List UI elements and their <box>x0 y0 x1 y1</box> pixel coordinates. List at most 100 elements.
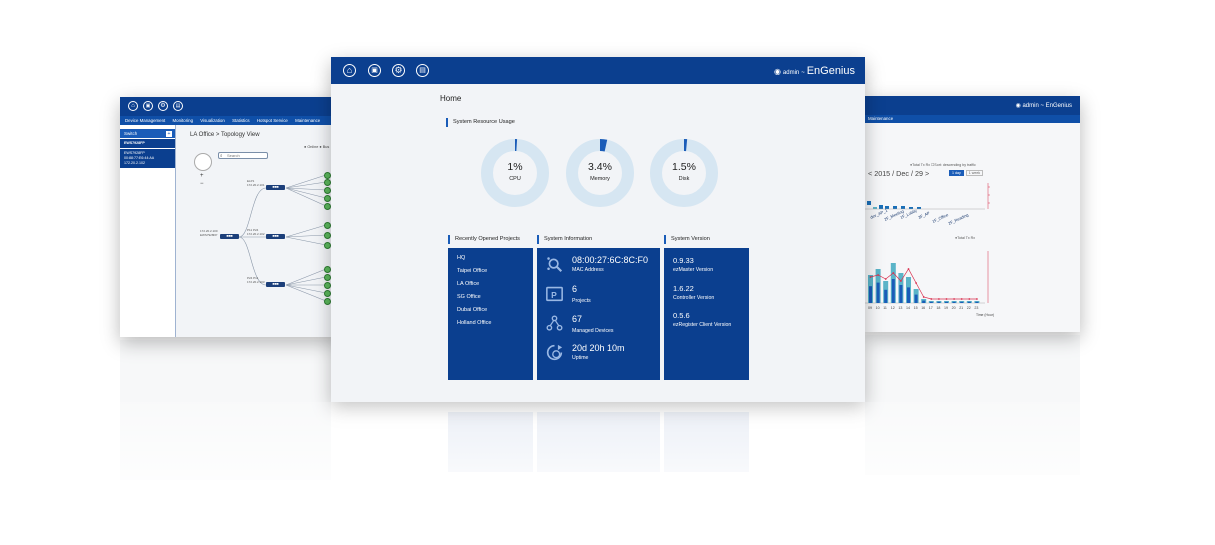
resource-usage-title: System Resource Usage <box>446 118 515 127</box>
x-tick-label: 22 <box>967 306 971 310</box>
info-mac-address: 08:00:27:6C:8C:F0 MAC Address <box>546 255 669 283</box>
port-icon[interactable] <box>324 242 331 249</box>
sidebar-item-switch[interactable]: EWS7928FP 00:88:77:E6:44:AA 172.20.2.102 <box>120 149 175 168</box>
sidebar-header-switch[interactable]: Switch + <box>120 129 175 138</box>
home-icon[interactable]: ⌂ <box>128 101 138 111</box>
sidebar-item-switch[interactable]: EWS7928FP <box>120 139 175 148</box>
home-window: ⌂ ▣ ⚙ ▤ ◉ admin ~ EnGenius Home System R… <box>331 57 865 402</box>
hour-bar-tx <box>922 300 926 303</box>
x-tick-label: 18 <box>936 306 940 310</box>
topology-content: LA Office > Topology View ● Online ● Bus… <box>176 125 345 337</box>
memory-usage-label: Memory <box>590 176 610 182</box>
traffic-point <box>968 298 971 300</box>
traffic-point <box>900 280 902 282</box>
port-icon[interactable] <box>324 187 331 194</box>
project-link[interactable]: LA Office <box>457 281 479 287</box>
hour-bar-tx <box>952 301 956 303</box>
port-icon[interactable] <box>324 298 331 305</box>
add-switch-button[interactable]: + <box>166 130 172 137</box>
date-selector[interactable]: < 2015 / Dec / 29 > <box>868 169 929 178</box>
topology-node[interactable]: ■■■ <box>266 282 285 287</box>
project-link[interactable]: Holland Office <box>457 320 491 326</box>
node-ip: 172.20.2.103 <box>247 279 265 284</box>
user-icon[interactable]: ◉ <box>1016 103 1021 109</box>
menu-monitoring[interactable]: Monitoring <box>173 118 194 123</box>
gear-icon[interactable]: ⚙ <box>158 101 168 111</box>
port-icon[interactable] <box>324 222 331 229</box>
x-tick-label: 19 <box>944 306 948 310</box>
port-icon[interactable] <box>324 203 331 210</box>
project-link[interactable]: Dubai Office <box>457 307 487 313</box>
dashboard-icon[interactable]: ▣ <box>143 101 153 111</box>
x-tick-label: 16 <box>921 306 925 310</box>
dashboard-icon[interactable]: ▣ <box>368 64 381 77</box>
user-name: admin <box>782 70 800 76</box>
lock-icon[interactable]: ▤ <box>173 101 183 111</box>
disk-usage-label: Disk <box>678 176 690 182</box>
port-icon[interactable] <box>324 274 331 281</box>
port-icon[interactable] <box>324 290 331 297</box>
project-link[interactable]: Taipei Office <box>457 268 487 274</box>
chart-legend: ●Total Tx Rx ☐Sort: descending by traffi… <box>910 163 976 167</box>
tab-1-day[interactable]: 1 day <box>949 170 964 176</box>
port-icon[interactable] <box>324 232 331 239</box>
menu-statistics[interactable]: Statistics <box>232 118 250 123</box>
project-link[interactable]: HQ <box>457 255 465 261</box>
port-icon[interactable] <box>324 195 331 202</box>
info-managed-devices: 67 Managed Devices <box>546 314 669 342</box>
range-tabs: 1 day 1 week <box>949 170 984 176</box>
traffic-point <box>869 276 872 278</box>
home-icon[interactable]: ⌂ <box>343 64 356 77</box>
node-model: EWS7928FP <box>200 232 218 237</box>
memory-usage-value: 3.4% <box>588 161 612 173</box>
menu-device-management[interactable]: Device Management <box>125 118 165 123</box>
projects-panel: HQ Taipei Office LA Office SG Office Dub… <box>448 248 533 380</box>
traffic-point <box>938 298 940 300</box>
topology-node-root[interactable]: ■■■ <box>220 234 239 239</box>
menu-maintenance[interactable]: Maintenance <box>868 116 893 121</box>
traffic-point <box>953 298 955 300</box>
ezmaster-version-label: ezMaster Version <box>673 267 714 273</box>
svg-text:P: P <box>551 290 557 300</box>
projects-count-label: Projects <box>572 298 591 304</box>
topology-node[interactable]: ■■■ <box>266 234 285 239</box>
page-title: Home <box>440 94 462 103</box>
node-label: ELP1 172.20.2.101 <box>247 179 265 187</box>
hour-bar-tx <box>891 279 895 303</box>
chart-legend: ●Total Tx Rx <box>955 236 976 240</box>
x-tick-label: 23 <box>974 306 978 310</box>
port-icon[interactable] <box>324 172 331 179</box>
port-icon[interactable] <box>324 282 331 289</box>
mac-address-value: 08:00:27:6C:8C:F0 <box>572 255 649 265</box>
project-link[interactable]: SG Office <box>457 294 481 300</box>
statistics-window: ◉ admin ~ EnGenius Maintenance ●Total Tx… <box>865 96 1080 332</box>
brand-logo: EnGenius <box>806 65 855 77</box>
user-menu[interactable]: ◉ admin ~ EnGenius <box>774 65 855 77</box>
network-search-icon <box>547 257 563 273</box>
port-icon[interactable] <box>324 179 331 186</box>
port-icon[interactable] <box>324 266 331 273</box>
menu-hotspot-service[interactable]: Hotspot Service <box>257 118 288 123</box>
right-menubar: Maintenance <box>865 115 1080 123</box>
node-label: 172.20.2.100 EWS7928FP <box>200 229 218 237</box>
x-tick-label: 11 <box>883 306 887 310</box>
uptime-icon <box>546 344 563 361</box>
gear-icon[interactable]: ⚙ <box>392 64 405 77</box>
system-info-panel: 08:00:27:6C:8C:F0 MAC Address P 6 Projec… <box>537 248 660 380</box>
system-info-title: System Information <box>537 235 592 244</box>
left-menubar: Device Management Monitoring Visualizati… <box>120 116 345 125</box>
uptime-value: 20d 20h 10m <box>572 343 625 353</box>
panel-reflection <box>448 412 533 472</box>
menu-visualization[interactable]: Visualization <box>200 118 225 123</box>
mac-address-label: MAC Address <box>572 267 604 273</box>
brand-logo: ◉ admin ~ EnGenius <box>1016 102 1072 109</box>
topology-icon <box>546 315 563 331</box>
traffic-point <box>976 298 978 300</box>
lock-icon[interactable]: ▤ <box>416 64 429 77</box>
topology-node[interactable]: ■■■ <box>266 185 285 190</box>
tab-1-week[interactable]: 1 week <box>965 170 984 176</box>
traffic-point <box>892 272 895 274</box>
sidebar-header-label: Switch <box>124 131 138 136</box>
menu-maintenance[interactable]: Maintenance <box>295 118 320 123</box>
disk-usage-value: 1.5% <box>672 161 696 173</box>
